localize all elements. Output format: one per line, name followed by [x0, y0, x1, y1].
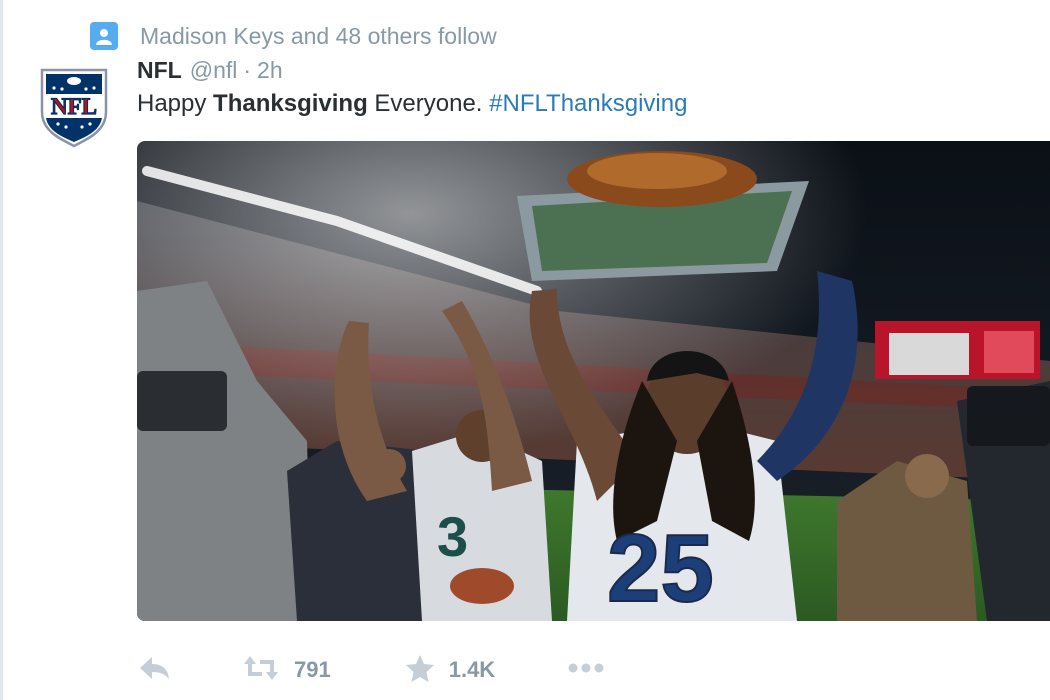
- hashtag-link[interactable]: #NFLThanksgiving: [489, 90, 687, 117]
- svg-text:NFL: NFL: [51, 94, 97, 119]
- retweet-count: 791: [294, 657, 331, 682]
- tweet-actions: 791 1.4K: [138, 650, 605, 690]
- tweet-timestamp[interactable]: 2h: [257, 57, 283, 84]
- tweet-text-bold: Thanksgiving: [213, 90, 368, 117]
- nfl-shield-logo: NFL: [40, 68, 108, 148]
- social-context: Madison Keys and 48 others follow: [90, 20, 497, 52]
- header-separator: ·: [243, 57, 252, 83]
- favorite-count: 1.4K: [448, 657, 496, 682]
- jersey-number-25: 25: [607, 515, 714, 621]
- author-handle[interactable]: @nfl: [190, 57, 238, 84]
- author-name[interactable]: NFL: [137, 57, 182, 84]
- reply-button[interactable]: [138, 655, 170, 686]
- more-icon: [567, 661, 605, 679]
- star-icon: [405, 653, 435, 688]
- jersey-number-3: 3: [437, 505, 468, 568]
- avatar[interactable]: NFL: [38, 64, 110, 148]
- tweet-header: NFL @nfl · 2h: [137, 57, 283, 84]
- retweet-button[interactable]: 791: [242, 654, 331, 687]
- tweet-text: Happy Thanksgiving Everyone. #NFLThanksg…: [137, 90, 687, 118]
- timeline-left-border: [0, 0, 3, 700]
- social-context-text[interactable]: Madison Keys and 48 others follow: [140, 23, 497, 50]
- reply-icon: [138, 655, 170, 686]
- person-icon: [90, 22, 118, 50]
- stadium-photo-image: 3 25: [137, 141, 1050, 621]
- favorite-button[interactable]: 1.4K: [405, 653, 495, 688]
- more-button[interactable]: [567, 661, 605, 679]
- retweet-icon: [242, 654, 280, 687]
- tweet-photo[interactable]: 3 25: [137, 141, 1050, 621]
- tweet-text-lead: Happy: [137, 90, 214, 117]
- tweet-text-tail: Everyone.: [367, 90, 490, 117]
